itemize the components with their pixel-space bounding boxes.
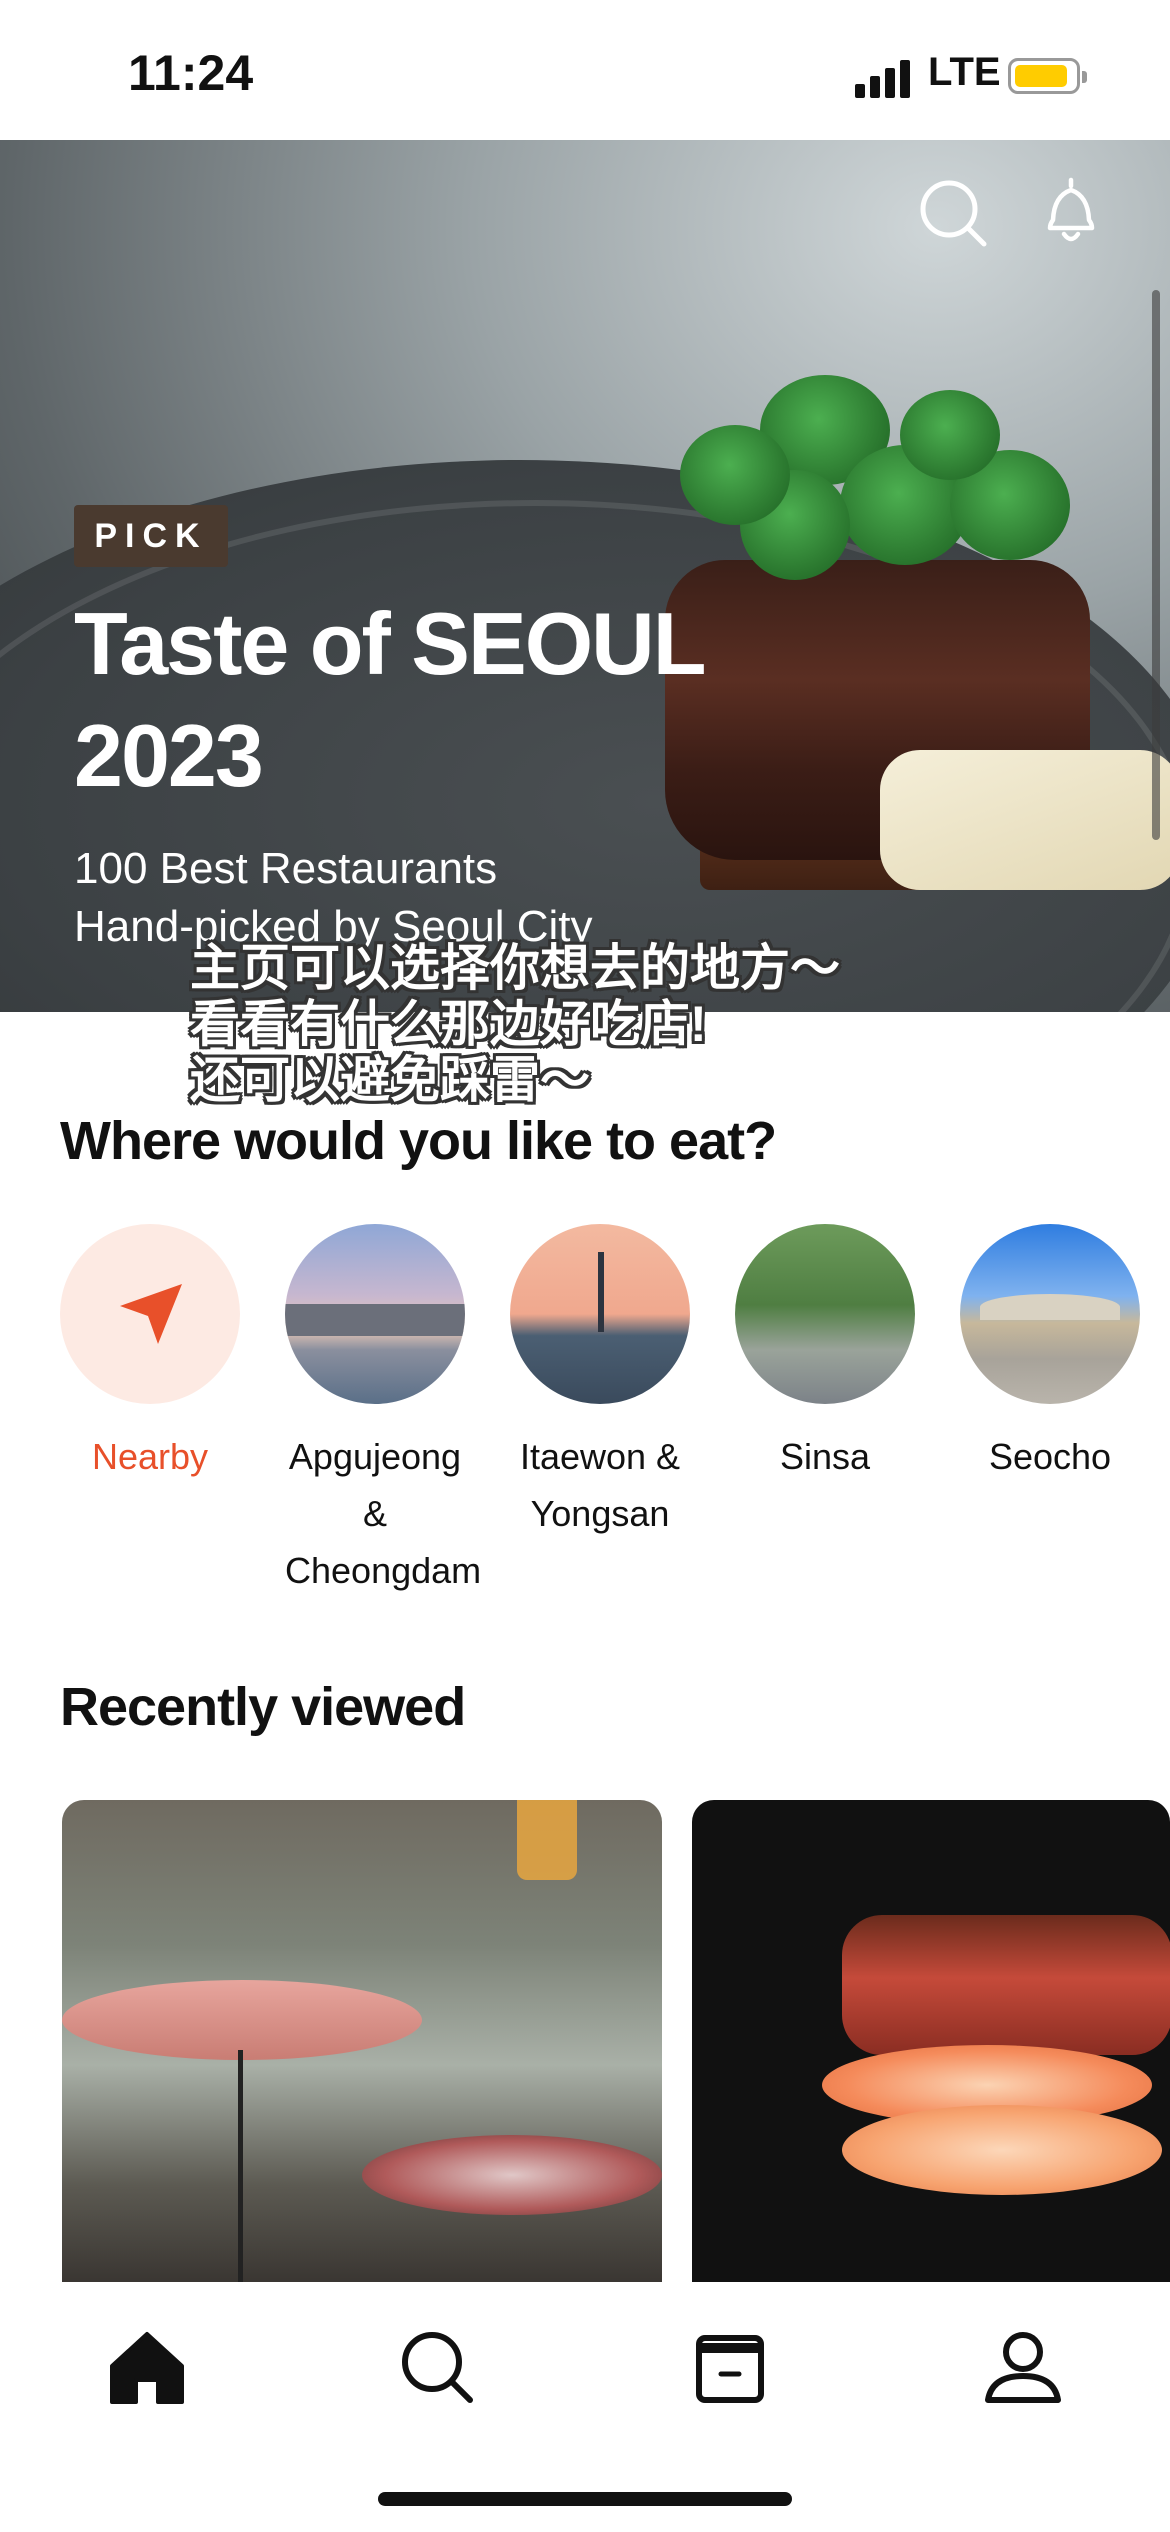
location-apgujeong[interactable]: Apgujeong & Cheongdam xyxy=(285,1224,482,1599)
hero-subtitle-line1: 100 Best Restaurants xyxy=(74,844,498,893)
location-label: Apgujeong & Cheongdam xyxy=(285,1436,482,1591)
navigation-arrow-icon xyxy=(120,1284,182,1344)
search-icon[interactable] xyxy=(392,2322,482,2412)
profile-icon[interactable] xyxy=(978,2322,1068,2412)
location-label: Sinsa xyxy=(779,1436,871,1477)
hero-subtitle: 100 Best Restaurants Hand-picked by Seou… xyxy=(74,840,774,956)
hero-banner[interactable]: PICK Taste of SEOUL 2023 100 Best Restau… xyxy=(0,140,1170,1012)
recent-restaurant-card[interactable] xyxy=(692,1800,1170,2282)
hero-title: Taste of SEOUL 2023 xyxy=(74,594,705,805)
search-icon[interactable] xyxy=(918,178,988,248)
overlay-caption: 主页可以选择你想去的地方～ 看看有什么那边好吃店! 还可以避免踩雷～ xyxy=(190,940,840,1108)
food-plate-image xyxy=(362,2135,662,2215)
scrollbar[interactable] xyxy=(1152,290,1160,840)
location-label: Seocho xyxy=(988,1436,1112,1477)
pick-badge: PICK xyxy=(74,505,228,567)
apgujeong-image xyxy=(285,1224,465,1404)
location-label: Itaewon & Yongsan xyxy=(519,1436,681,1534)
locations-title: Where would you like to eat? xyxy=(60,1111,777,1171)
network-label: LTE xyxy=(928,50,1001,94)
itaewon-image xyxy=(510,1224,690,1404)
home-icon[interactable] xyxy=(102,2322,192,2412)
umbrella-image xyxy=(62,1980,422,2060)
location-sinsa[interactable]: Sinsa xyxy=(735,1224,915,1485)
status-time: 11:24 xyxy=(128,45,254,101)
sinsa-image xyxy=(735,1224,915,1404)
battery-icon xyxy=(1008,58,1087,94)
status-bar: 11:24 LTE xyxy=(0,0,1170,140)
location-itaewon[interactable]: Itaewon & Yongsan xyxy=(510,1224,690,1542)
location-seocho[interactable]: Seocho xyxy=(960,1224,1140,1485)
seocho-image xyxy=(960,1224,1140,1404)
steak-image xyxy=(842,1915,1170,2055)
calendar-icon[interactable] xyxy=(685,2322,775,2412)
recent-restaurant-card[interactable] xyxy=(62,1800,662,2282)
location-nearby[interactable]: Nearby xyxy=(60,1224,240,1485)
location-label: Nearby xyxy=(91,1436,209,1477)
recently-viewed-title: Recently viewed xyxy=(60,1677,466,1737)
signal-icon xyxy=(855,58,915,98)
home-indicator[interactable] xyxy=(378,2492,792,2506)
notification-bell-icon[interactable] xyxy=(1038,176,1104,248)
